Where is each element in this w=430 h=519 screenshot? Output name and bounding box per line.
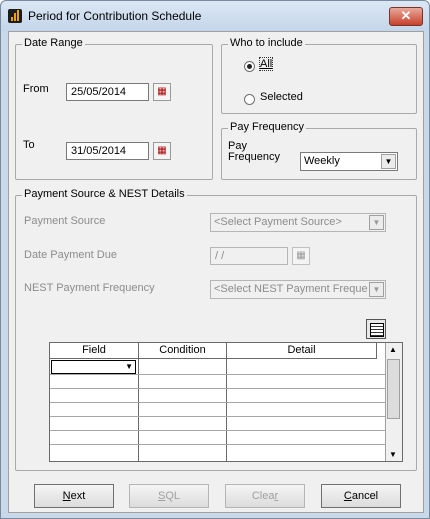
table-row[interactable] <box>50 430 386 431</box>
date-due-calendar-button[interactable]: ▦ <box>292 247 310 265</box>
grid-header-field[interactable]: Field <box>50 343 139 359</box>
dialog-body: Date Range From 25/05/2014 ▦ To 31/05/20… <box>8 31 424 513</box>
calendar-icon: ▦ <box>296 250 306 261</box>
next-accel: N <box>62 490 71 502</box>
pay-frequency-label: Pay Frequency <box>228 141 280 163</box>
clear-button[interactable]: Clear <box>225 484 305 508</box>
who-to-include-group: Who to include All Selected <box>221 37 417 114</box>
who-to-include-title: Who to include <box>228 37 305 49</box>
grid-tools-icon <box>370 323 384 337</box>
table-row[interactable] <box>50 388 386 389</box>
from-date-input[interactable]: 25/05/2014 <box>66 83 149 101</box>
calendar-icon: ▦ <box>157 86 167 97</box>
dropdown-arrow-icon[interactable]: ▼ <box>381 154 396 169</box>
grid-vertical-scrollbar[interactable]: ▲ ▼ <box>385 343 402 461</box>
all-label[interactable]: All <box>258 57 274 71</box>
grid-header-condition[interactable]: Condition <box>139 343 227 359</box>
to-date-input[interactable]: 31/05/2014 <box>66 142 149 160</box>
payment-source-label: Payment Source <box>24 215 106 227</box>
cancel-label-rest: ancel <box>351 490 379 502</box>
sql-button[interactable]: SQL <box>129 484 209 508</box>
selected-radio[interactable] <box>244 94 255 105</box>
from-calendar-button[interactable]: ▦ <box>153 83 171 101</box>
payment-source-select[interactable]: <Select Payment Source> ▼ <box>210 213 386 232</box>
payment-source-value: <Select Payment Source> <box>214 216 342 228</box>
table-row[interactable] <box>50 374 386 375</box>
dropdown-arrow-icon[interactable]: ▼ <box>369 282 384 297</box>
payment-source-title: Payment Source & NEST Details <box>22 188 187 200</box>
next-label-rest: ext <box>70 490 86 502</box>
scroll-thumb[interactable] <box>387 359 400 419</box>
pay-frequency-value: Weekly <box>304 155 340 167</box>
nest-payment-frequency-label: NEST Payment Frequency <box>24 282 155 294</box>
dialog-window: Period for Contribution Schedule ✕ Date … <box>0 0 430 519</box>
scroll-down-icon[interactable]: ▼ <box>389 450 397 459</box>
table-row[interactable] <box>50 416 386 417</box>
to-calendar-button[interactable]: ▦ <box>153 142 171 160</box>
nest-payment-frequency-value: <Select NEST Payment Freque <box>214 283 368 295</box>
all-radio[interactable] <box>244 61 255 72</box>
close-icon: ✕ <box>400 8 412 23</box>
table-row[interactable] <box>50 402 386 403</box>
grid-header-detail[interactable]: Detail <box>227 343 377 359</box>
dropdown-arrow-icon[interactable]: ▼ <box>369 215 384 230</box>
pay-frequency-group: Pay Frequency Pay Frequency Weekly ▼ <box>221 121 417 180</box>
selected-label[interactable]: Selected <box>260 91 303 103</box>
title-bar: Period for Contribution Schedule ✕ <box>1 1 429 31</box>
date-range-title: Date Range <box>22 37 85 49</box>
calendar-icon: ▦ <box>157 145 167 156</box>
date-payment-due-label: Date Payment Due <box>24 249 117 261</box>
table-row[interactable] <box>50 444 386 445</box>
nest-payment-frequency-select[interactable]: <Select NEST Payment Freque ▼ <box>210 280 386 299</box>
filter-grid[interactable]: Field Condition Detail ▼ ▲ ▼ <box>49 342 403 462</box>
date-payment-due-input[interactable]: / / <box>210 247 288 265</box>
next-button[interactable]: Next <box>34 484 114 508</box>
pay-frequency-label-line2: Frequency <box>228 151 280 163</box>
pay-frequency-select[interactable]: Weekly ▼ <box>300 152 398 171</box>
clear-accel: r <box>274 490 279 502</box>
app-icon <box>8 9 22 23</box>
cancel-accel: C <box>343 490 352 502</box>
window-title: Period for Contribution Schedule <box>28 9 202 23</box>
from-label: From <box>23 83 49 95</box>
clear-label-pre: Clea <box>251 490 275 502</box>
field-cell-dropdown[interactable]: ▼ <box>51 360 136 374</box>
to-label: To <box>23 139 35 151</box>
grid-tools-button[interactable] <box>366 319 386 339</box>
cancel-button[interactable]: Cancel <box>321 484 401 508</box>
sql-label-rest: QL <box>165 490 181 502</box>
scroll-up-icon[interactable]: ▲ <box>389 345 397 354</box>
date-range-group: Date Range From 25/05/2014 ▦ To 31/05/20… <box>15 37 213 180</box>
pay-frequency-title: Pay Frequency <box>228 121 306 133</box>
close-button[interactable]: ✕ <box>389 7 423 26</box>
dropdown-arrow-icon[interactable]: ▼ <box>125 362 133 371</box>
